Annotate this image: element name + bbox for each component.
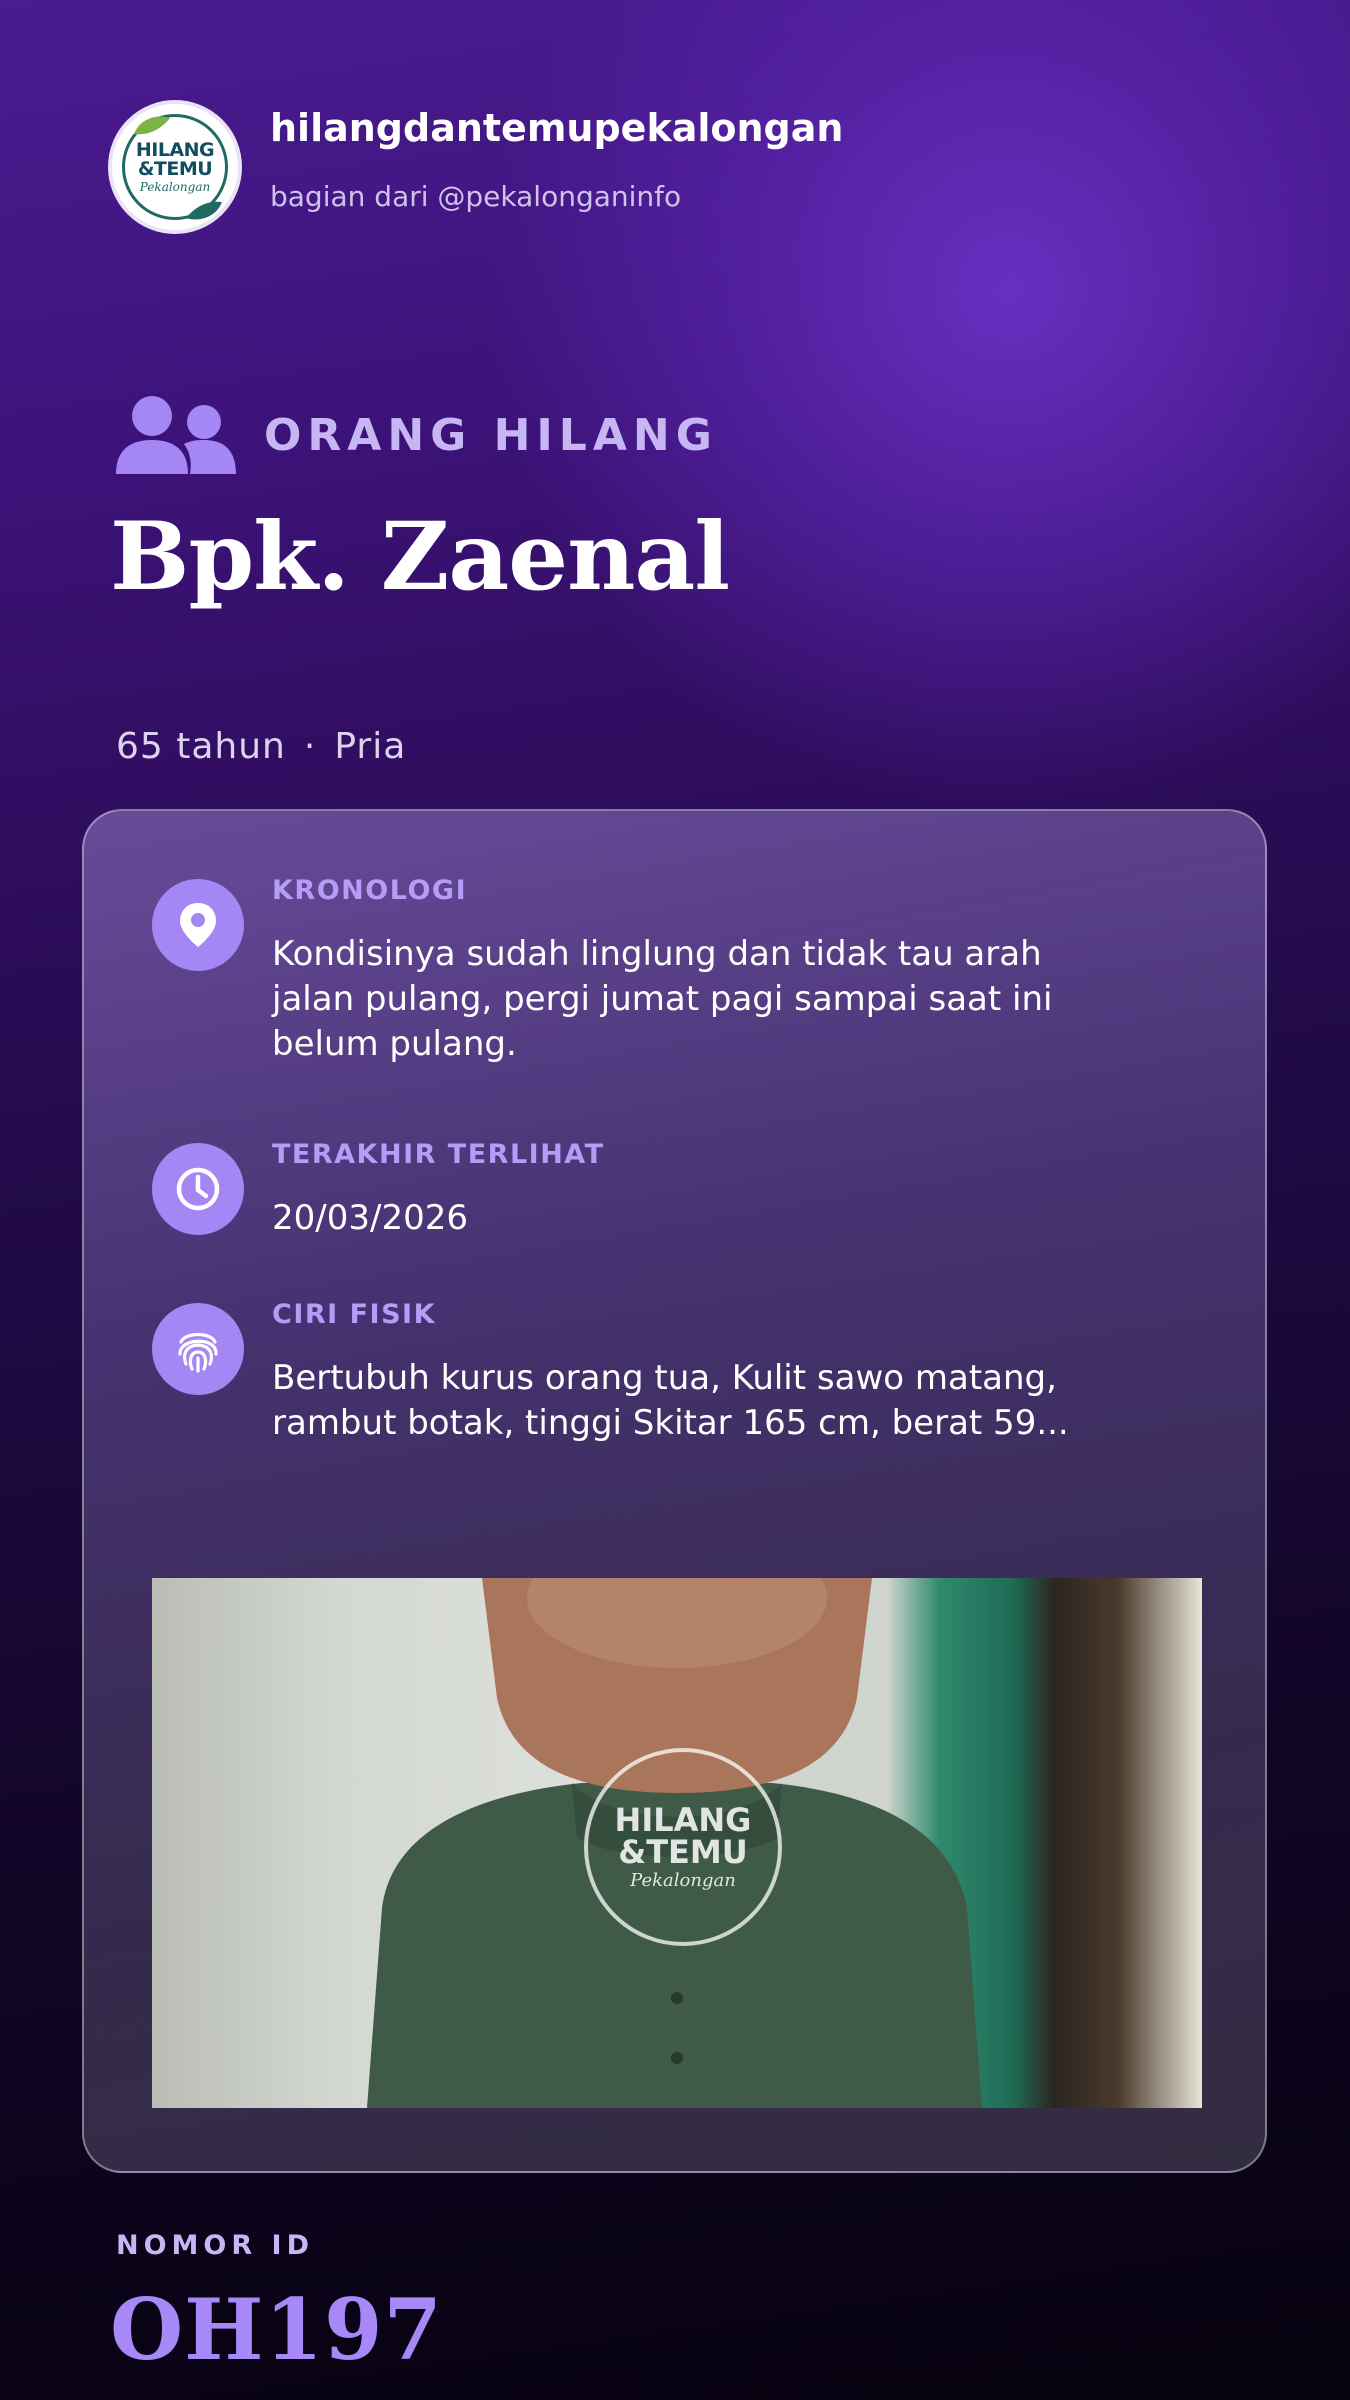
person-name: Bpk. Zaenal [110,502,730,612]
fingerprint-icon [152,1303,244,1395]
leaf-icon [134,116,170,135]
person-gender: Pria [334,726,407,767]
users-icon [116,396,236,474]
detail-body: KRONOLOGI Kondisinya sudah linglung dan … [272,875,1072,1067]
logo-line: Pekalongan [139,180,211,194]
watermark-line: &TEMU [618,1833,748,1871]
person-meta: 65 tahun · Pria [116,726,406,767]
brand-logo[interactable]: HILANG &TEMU Pekalongan [108,100,242,234]
details-card: KRONOLOGI Kondisinya sudah linglung dan … [82,809,1267,2173]
detail-text: 20/03/2026 [272,1198,468,1238]
detail-text: Bertubuh kurus orang tua, Kulit sawo mat… [272,1358,1069,1443]
category-label: ORANG HILANG [264,409,718,461]
detail-text: Kondisinya sudah linglung dan tidak tau … [272,934,1053,1064]
detail-title: CIRI FISIK [272,1299,437,1330]
watermark-line: Pekalongan [630,1870,736,1891]
id-label: NOMOR ID [116,2230,315,2261]
detail-row-ciri-fisik: CIRI FISIK Bertubuh kurus orang tua, Kul… [152,1299,1072,1446]
account-name[interactable]: hilangdantemupekalongan [270,109,843,147]
photo-watermark: HILANG &TEMU Pekalongan [584,1748,782,1946]
map-pin-icon [152,879,244,971]
header: HILANG &TEMU Pekalongan hilangdantemupek… [108,97,843,237]
logo-wordmark: HILANG &TEMU Pekalongan [136,141,215,194]
watermark-wordmark: HILANG &TEMU Pekalongan [615,1804,752,1890]
detail-title: KRONOLOGI [272,875,468,906]
detail-body: TERAKHIR TERLIHAT 20/03/2026 [272,1139,1072,1241]
person-photo[interactable]: HILANG &TEMU Pekalongan [152,1578,1202,2108]
leaf-icon [186,201,222,220]
meta-separator: · [303,726,317,767]
header-text: hilangdantemupekalongan bagian dari @pek… [270,109,843,213]
category-heading: ORANG HILANG [114,392,718,478]
detail-row-kronologi: KRONOLOGI Kondisinya sudah linglung dan … [152,875,1072,1067]
logo-line: &TEMU [137,158,213,180]
person-age: 65 tahun [116,726,286,767]
detail-body: CIRI FISIK Bertubuh kurus orang tua, Kul… [272,1299,1072,1446]
detail-row-terakhir-terlihat: TERAKHIR TERLIHAT 20/03/2026 [152,1139,1072,1241]
id-value: OH197 [110,2280,443,2379]
account-subtitle: bagian dari @pekalonganinfo [270,180,682,213]
detail-title: TERAKHIR TERLIHAT [272,1139,605,1170]
clock-icon [152,1143,244,1235]
watermark-line: HILANG [614,1801,752,1839]
